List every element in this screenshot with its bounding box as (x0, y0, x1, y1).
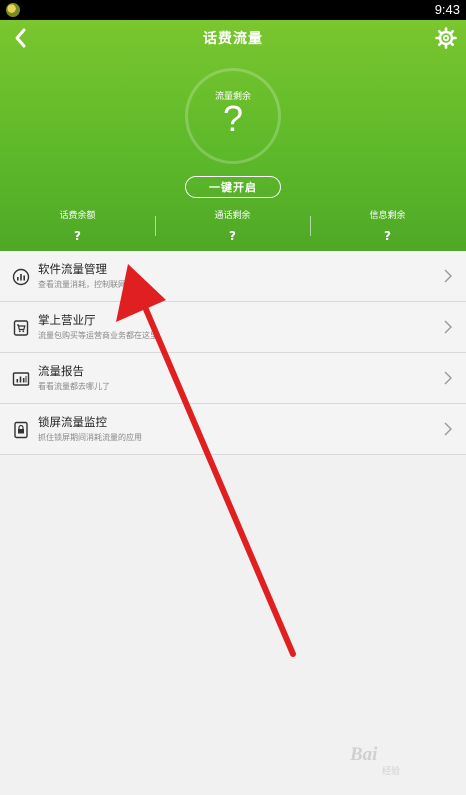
menu-item-desc: 抓住锁屏期间消耗流量的应用 (38, 433, 142, 442)
menu-item-title: 软件流量管理 (38, 262, 107, 276)
menu-item-online-hall[interactable]: 掌上营业厅 流量包购买等运营商业务都在这里 (0, 302, 466, 353)
menu-item-app-traffic[interactable]: 软件流量管理 查看流量消耗，控制联网权限 (0, 251, 466, 302)
data-remaining-ring: 流量剩余 ? (185, 68, 281, 164)
stat-call-remaining[interactable]: 通话剩余 ? (155, 210, 310, 246)
gear-icon[interactable] (434, 26, 458, 50)
stat-balance[interactable]: 话费余额 ? (0, 210, 155, 246)
chevron-right-icon (444, 320, 452, 334)
menu-item-lock-screen-monitor[interactable]: 锁屏流量监控 抓住锁屏期间消耗流量的应用 (0, 404, 466, 455)
status-time: 9:43 (434, 2, 460, 17)
menu-item-title: 掌上营业厅 (38, 313, 96, 327)
chevron-right-icon (444, 371, 452, 385)
report-chart-icon (12, 372, 30, 386)
watermark-brand: Bai (350, 744, 378, 765)
stat-sms-label: 信息剩余 (369, 211, 406, 221)
data-remaining-value: ? (222, 98, 244, 139)
stat-sms-value: ? (384, 229, 391, 243)
chevron-right-icon (444, 269, 452, 283)
stat-call-label: 通话剩余 (214, 211, 251, 221)
chevron-right-icon (444, 422, 452, 436)
stat-sms-remaining[interactable]: 信息剩余 ? (310, 210, 465, 246)
shop-icon (13, 320, 29, 336)
page-title: 话费流量 (203, 31, 263, 47)
stat-balance-value: ? (74, 229, 81, 243)
app-notification-icon (6, 3, 20, 17)
status-bar: 9:43 (0, 0, 466, 20)
menu-item-title: 锁屏流量监控 (38, 415, 107, 429)
menu-item-desc: 查看流量消耗，控制联网权限 (38, 280, 142, 289)
lock-screen-monitor-icon (14, 421, 28, 439)
menu-item-title: 流量报告 (38, 364, 84, 378)
menu-item-traffic-report[interactable]: 流量报告 看看流量都去哪儿了 (0, 353, 466, 404)
baidu-watermark: Bai 经验 (344, 742, 444, 782)
watermark-sub: 经验 (382, 767, 401, 777)
bar-chart-icon (12, 268, 30, 286)
stats-row: 话费余额 ? 通话剩余 ? 信息剩余 ? (0, 210, 466, 246)
stat-call-value: ? (229, 229, 236, 243)
one-key-enable-button[interactable]: 一键开启 (185, 176, 281, 198)
header: 话费流量 流量剩余 ? 一键开启 话费余额 ? 通话剩余 ? 信息剩余 ? (0, 20, 466, 251)
menu-item-desc: 流量包购买等运营商业务都在这里 (38, 331, 158, 340)
menu-list: 软件流量管理 查看流量消耗，控制联网权限 掌上营业厅 流量包购买等运营商业务都在… (0, 251, 466, 455)
stat-balance-label: 话费余额 (59, 211, 96, 221)
menu-item-desc: 看看流量都去哪儿了 (38, 382, 110, 391)
